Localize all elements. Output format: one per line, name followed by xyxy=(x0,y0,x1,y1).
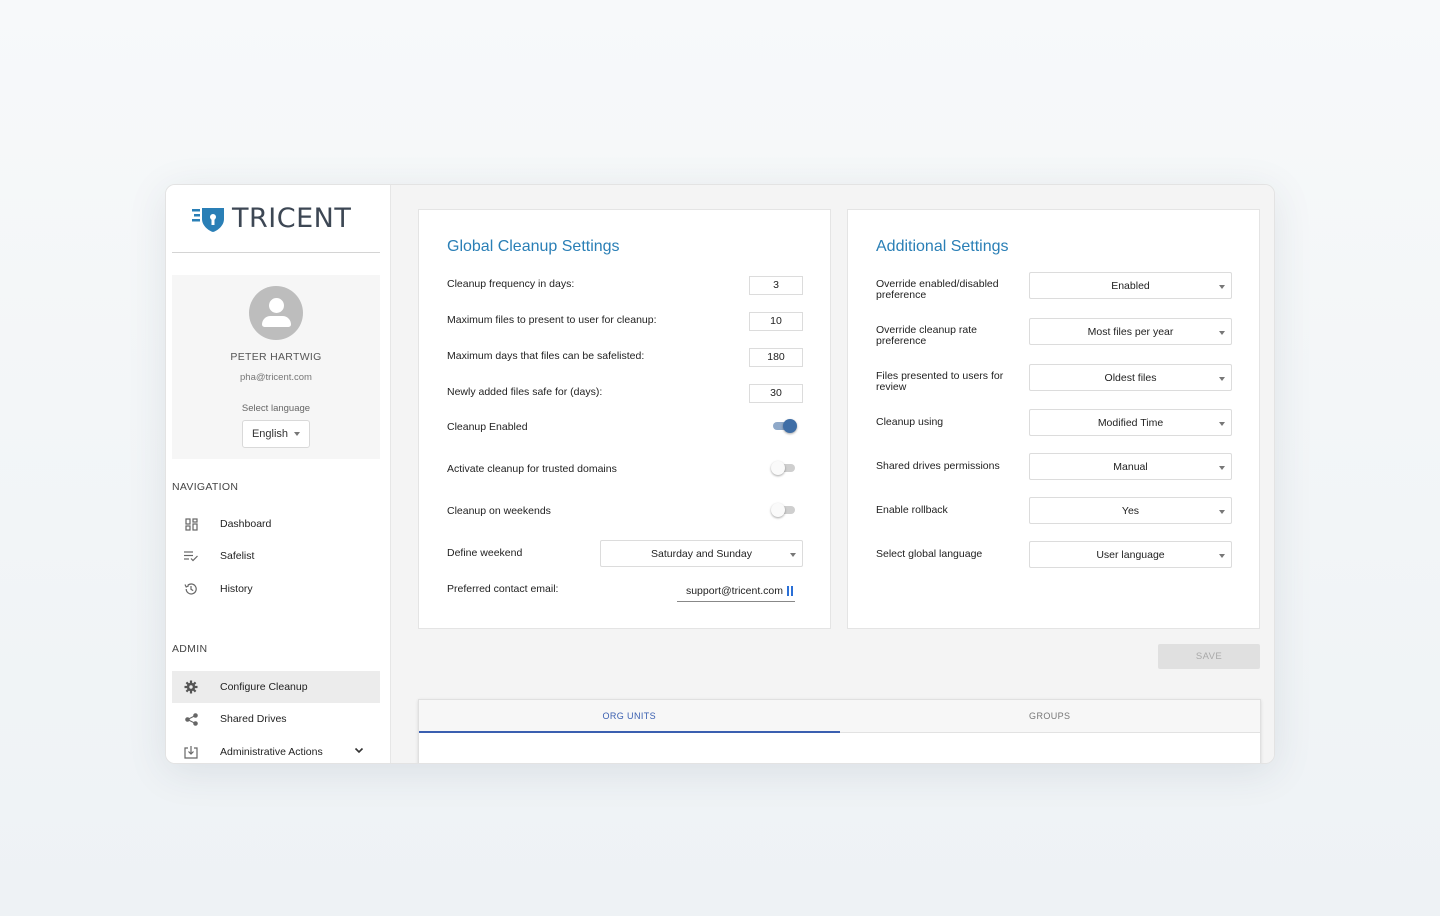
profile-email: pha@tricent.com xyxy=(240,372,312,383)
units-groups-panel: ORG UNITS GROUPS xyxy=(418,699,1261,763)
cleanup-using-label: Cleanup using xyxy=(876,416,944,428)
language-label: Select language xyxy=(241,403,311,414)
override-rate-select[interactable]: Most files per year xyxy=(1029,318,1232,345)
new-files-safe-input[interactable]: 30 xyxy=(749,384,803,403)
divider xyxy=(172,252,380,253)
select-value: Yes xyxy=(1121,504,1140,517)
caret-down-icon xyxy=(1219,377,1225,381)
trusted-domains-label: Activate cleanup for trusted domains xyxy=(447,463,617,475)
weekends-label: Cleanup on weekends xyxy=(447,505,551,517)
main-content: Global Cleanup Settings Cleanup frequenc… xyxy=(391,185,1274,763)
max-days-safelisted-label: Maximum days that files can be safeliste… xyxy=(447,350,645,362)
weekends-toggle[interactable] xyxy=(771,503,797,517)
caret-down-icon xyxy=(294,432,301,436)
nav-item-shared-drives[interactable]: Shared Drives xyxy=(172,703,380,735)
caret-down-icon xyxy=(1219,554,1225,558)
admin-heading: ADMIN xyxy=(172,643,208,655)
tab-org-units[interactable]: ORG UNITS xyxy=(419,700,840,733)
additional-settings-card: Additional Settings Override enabled/dis… xyxy=(847,209,1260,629)
brand-logo: TRICENT xyxy=(192,203,351,234)
define-weekend-select[interactable]: Saturday and Sunday xyxy=(600,540,803,567)
max-days-safelisted-input[interactable]: 180 xyxy=(749,348,803,367)
brand-name: TRICENT xyxy=(232,203,352,234)
global-language-select[interactable]: User language xyxy=(1029,541,1232,568)
override-enabled-select[interactable]: Enabled xyxy=(1029,272,1232,299)
download-box-icon xyxy=(184,745,198,759)
sidebar: TRICENT PETER HARTWIG pha@tricent.com Se… xyxy=(166,185,391,763)
override-enabled-label: Override enabled/disabled preference xyxy=(876,278,999,301)
caret-down-icon xyxy=(1219,331,1225,335)
card-title: Additional Settings xyxy=(876,238,1009,255)
share-icon xyxy=(184,712,198,726)
nav-label: Administrative Actions xyxy=(220,746,323,758)
profile-card: PETER HARTWIG pha@tricent.com Select lan… xyxy=(172,275,380,459)
nav-item-configure-cleanup[interactable]: Configure Cleanup xyxy=(172,671,380,703)
shared-drives-permissions-label: Shared drives permissions xyxy=(876,460,1000,472)
select-value: User language xyxy=(1096,548,1165,561)
profile-name: PETER HARTWIG xyxy=(230,351,322,363)
trusted-domains-toggle[interactable] xyxy=(771,461,797,475)
cleanup-enabled-toggle[interactable] xyxy=(771,419,797,433)
language-select[interactable]: English xyxy=(242,420,310,448)
playlist-check-icon xyxy=(184,549,198,563)
cleanup-using-select[interactable]: Modified Time xyxy=(1029,409,1232,436)
nav-label: Configure Cleanup xyxy=(220,681,308,693)
new-files-safe-label: Newly added files safe for (days): xyxy=(447,386,603,398)
dashboard-icon xyxy=(184,517,198,531)
select-value: Enabled xyxy=(1111,279,1150,292)
files-presented-label: Files presented to users for review xyxy=(876,370,1004,393)
save-button[interactable]: SAVE xyxy=(1158,644,1260,669)
nav-label: Dashboard xyxy=(220,518,272,530)
select-value: Manual xyxy=(1113,460,1148,473)
nav-label: Safelist xyxy=(220,550,255,562)
override-rate-label: Override cleanup rate preference xyxy=(876,324,977,347)
nav-item-safelist[interactable]: Safelist xyxy=(172,540,380,572)
caret-down-icon xyxy=(1219,285,1225,289)
max-files-label: Maximum files to present to user for cle… xyxy=(447,314,657,326)
caret-down-icon xyxy=(1219,422,1225,426)
caret-down-icon xyxy=(1219,466,1225,470)
contact-email-label: Preferred contact email: xyxy=(447,583,559,595)
contact-email-value: support@tricent.com xyxy=(685,584,783,597)
enable-rollback-label: Enable rollback xyxy=(876,504,948,516)
language-value: English xyxy=(251,428,289,440)
avatar xyxy=(249,286,303,340)
nav-item-dashboard[interactable]: Dashboard xyxy=(172,508,380,540)
cleanup-frequency-label: Cleanup frequency in days: xyxy=(447,278,575,290)
max-files-input[interactable]: 10 xyxy=(749,312,803,331)
global-cleanup-settings-card: Global Cleanup Settings Cleanup frequenc… xyxy=(418,209,831,629)
password-manager-icon[interactable] xyxy=(787,585,793,596)
card-title: Global Cleanup Settings xyxy=(447,238,620,255)
app-window: TRICENT PETER HARTWIG pha@tricent.com Se… xyxy=(165,184,1275,764)
caret-down-icon xyxy=(1219,510,1225,514)
tricent-logo-icon xyxy=(192,207,224,232)
nav-label: History xyxy=(220,583,253,595)
gear-icon xyxy=(184,680,198,694)
cleanup-frequency-input[interactable]: 3 xyxy=(749,276,803,295)
navigation-heading: NAVIGATION xyxy=(172,481,239,493)
nav-label: Shared Drives xyxy=(220,713,287,725)
cleanup-enabled-label: Cleanup Enabled xyxy=(447,421,528,433)
select-value: Saturday and Sunday xyxy=(651,547,752,560)
history-icon xyxy=(184,582,198,596)
tab-bar: ORG UNITS GROUPS xyxy=(419,700,1260,733)
shared-drives-permissions-select[interactable]: Manual xyxy=(1029,453,1232,480)
define-weekend-label: Define weekend xyxy=(447,547,523,559)
tab-groups[interactable]: GROUPS xyxy=(840,700,1261,732)
global-language-label: Select global language xyxy=(876,548,983,560)
nav-item-history[interactable]: History xyxy=(172,573,380,605)
contact-email-input[interactable]: support@tricent.com xyxy=(677,580,795,602)
chevron-down-icon xyxy=(354,747,364,754)
nav-item-administrative-actions[interactable]: Administrative Actions xyxy=(172,736,380,763)
select-value: Most files per year xyxy=(1087,325,1174,338)
caret-down-icon xyxy=(790,553,796,557)
files-presented-select[interactable]: Oldest files xyxy=(1029,364,1232,391)
enable-rollback-select[interactable]: Yes xyxy=(1029,497,1232,524)
select-value: Modified Time xyxy=(1097,416,1164,429)
select-value: Oldest files xyxy=(1104,371,1157,384)
